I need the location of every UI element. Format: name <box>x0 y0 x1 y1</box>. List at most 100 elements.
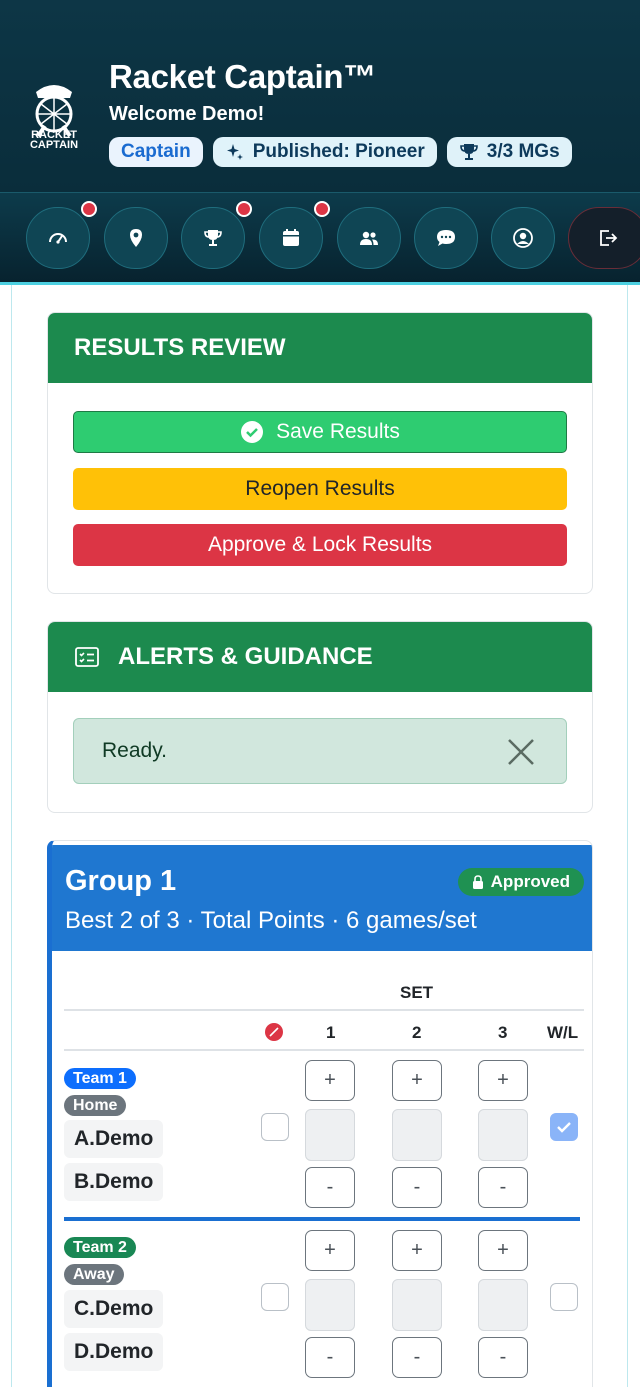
team-2-forfeit-checkbox[interactable] <box>261 1283 289 1311</box>
nav-calendar-alert-dot <box>314 201 330 217</box>
role-badge-label: Captain <box>121 141 191 162</box>
team-2-set-2-increment-button[interactable]: + <box>392 1230 442 1271</box>
team-1-side-badge: Home <box>64 1095 127 1116</box>
team-separator <box>64 1217 580 1221</box>
chat-icon <box>437 230 455 246</box>
reopen-results-button[interactable]: Reopen Results <box>73 468 567 510</box>
nav-calendar-button[interactable] <box>259 207 323 269</box>
match-groups-badge: 3/3 MGs <box>446 137 572 167</box>
check-icon <box>557 1122 571 1133</box>
header-badges: Captain Published: Pioneer 3/3 MGs <box>109 137 572 167</box>
trophy-icon <box>204 230 222 246</box>
team-1-label: Team 1 <box>64 1068 136 1089</box>
team-2-set-3-increment-button[interactable]: + <box>478 1230 528 1271</box>
team-1-set-2-decrement-button[interactable]: - <box>392 1167 442 1208</box>
speedometer-icon <box>49 233 67 244</box>
user-circle-icon <box>513 228 533 248</box>
team-2-set-1-decrement-button[interactable]: - <box>305 1337 355 1378</box>
team-2-label: Team 2 <box>64 1237 136 1258</box>
team-1-set-1-increment-button[interactable]: + <box>305 1060 355 1101</box>
match-groups-badge-label: 3/3 MGs <box>486 141 560 162</box>
team-2-set-3-score-input[interactable] <box>478 1279 528 1331</box>
results-review-title: RESULTS REVIEW <box>74 334 286 361</box>
team-1-set-2-increment-button[interactable]: + <box>392 1060 442 1101</box>
team-2-player-1: C.Demo <box>64 1290 164 1328</box>
alerts-guidance-title: ALERTS & GUIDANCE <box>118 643 373 670</box>
nav-leagues-button[interactable] <box>181 207 245 269</box>
nav-profile-button[interactable] <box>491 207 555 269</box>
nav-accent-line <box>0 282 640 285</box>
team-2-win-checkbox[interactable] <box>550 1283 578 1311</box>
nav-players-button[interactable] <box>337 207 401 269</box>
trophy-icon <box>459 144 478 160</box>
win-loss-header: W/L <box>547 1023 579 1042</box>
table-subheader-divider <box>64 1049 584 1051</box>
nav-dashboard-button[interactable] <box>26 207 90 269</box>
team-2-set-3-decrement-button[interactable]: - <box>478 1337 528 1378</box>
set-2-header: 2 <box>412 1023 422 1042</box>
approve-lock-results-button[interactable]: Approve & Lock Results <box>73 524 567 566</box>
app-header: RACKET CAPTAIN Racket Captain™ Welcome D… <box>0 0 640 192</box>
nav-dashboard-alert-dot <box>81 201 97 217</box>
approved-status-label: Approved <box>490 872 570 891</box>
forfeit-icon <box>265 1023 283 1041</box>
team-1-set-2-score-input[interactable] <box>392 1109 442 1161</box>
approve-lock-results-label: Approve & Lock Results <box>207 533 433 556</box>
set-1-header: 1 <box>326 1023 336 1042</box>
published-badge-label: Published: Pioneer <box>252 141 425 162</box>
team-1-set-3-increment-button[interactable]: + <box>478 1060 528 1101</box>
set-3-header: 3 <box>498 1023 508 1042</box>
checklist-icon <box>75 647 99 667</box>
alerts-guidance-card: ALERTS & GUIDANCE Ready. <box>47 621 593 813</box>
group-title: Group 1 <box>65 865 177 897</box>
content-frame-right <box>627 285 628 1387</box>
close-icon[interactable] <box>506 737 536 767</box>
team-2-set-2-decrement-button[interactable]: - <box>392 1337 442 1378</box>
team-2-set-2-score-input[interactable] <box>392 1279 442 1331</box>
team-1-player-2: B.Demo <box>64 1163 164 1201</box>
team-2-set-1-score-input[interactable] <box>305 1279 355 1331</box>
racket-captain-logo[interactable]: RACKET CAPTAIN <box>24 74 84 154</box>
approved-status-badge: Approved <box>457 868 584 896</box>
results-review-header: RESULTS REVIEW <box>48 313 592 383</box>
save-results-label: Save Results <box>276 420 400 443</box>
team-1-set-1-score-input[interactable] <box>305 1109 355 1161</box>
svg-text:CAPTAIN: CAPTAIN <box>30 139 78 151</box>
calendar-icon <box>283 229 299 246</box>
people-icon <box>360 231 378 245</box>
icon-nav-bar <box>0 192 640 284</box>
nav-logout-button[interactable] <box>568 207 640 269</box>
set-header: SET <box>400 983 434 1002</box>
team-1-set-3-decrement-button[interactable]: - <box>478 1167 528 1208</box>
map-pin-icon <box>130 229 142 247</box>
group-format: Best 2 of 3 · Total Points · 6 games/set <box>65 907 477 934</box>
nav-leagues-alert-dot <box>236 201 252 217</box>
status-alert: Ready. <box>73 718 567 784</box>
team-1-win-checkbox[interactable] <box>550 1113 578 1141</box>
match-group-card: Group 1 Best 2 of 3 · Total Points · 6 g… <box>47 840 593 1387</box>
app-title: Racket Captain™ <box>109 58 376 95</box>
content-frame-left <box>11 285 12 1387</box>
check-circle-icon <box>241 421 264 443</box>
lock-icon <box>472 874 483 889</box>
team-1-set-1-decrement-button[interactable]: - <box>305 1167 355 1208</box>
team-2-set-1-increment-button[interactable]: + <box>305 1230 355 1271</box>
nav-messages-button[interactable] <box>414 207 478 269</box>
published-badge: Published: Pioneer <box>212 137 437 167</box>
table-header-divider <box>64 1009 584 1011</box>
nav-venues-button[interactable] <box>104 207 168 269</box>
logout-icon <box>600 230 618 246</box>
alerts-guidance-header: ALERTS & GUIDANCE <box>48 622 592 692</box>
reopen-results-label: Reopen Results <box>245 477 395 500</box>
team-2-side-badge: Away <box>64 1264 124 1285</box>
group-header: Group 1 Best 2 of 3 · Total Points · 6 g… <box>52 845 592 951</box>
role-badge: Captain <box>109 137 203 167</box>
team-1-player-1: A.Demo <box>64 1120 164 1158</box>
save-results-button[interactable]: Save Results <box>73 411 567 453</box>
team-1-forfeit-checkbox[interactable] <box>261 1113 289 1141</box>
team-2-player-2: D.Demo <box>64 1333 164 1371</box>
welcome-text: Welcome Demo! <box>109 103 265 125</box>
sparkles-icon <box>226 144 243 160</box>
results-review-card: RESULTS REVIEW Save Results Reopen Resul… <box>47 312 593 594</box>
team-1-set-3-score-input[interactable] <box>478 1109 528 1161</box>
